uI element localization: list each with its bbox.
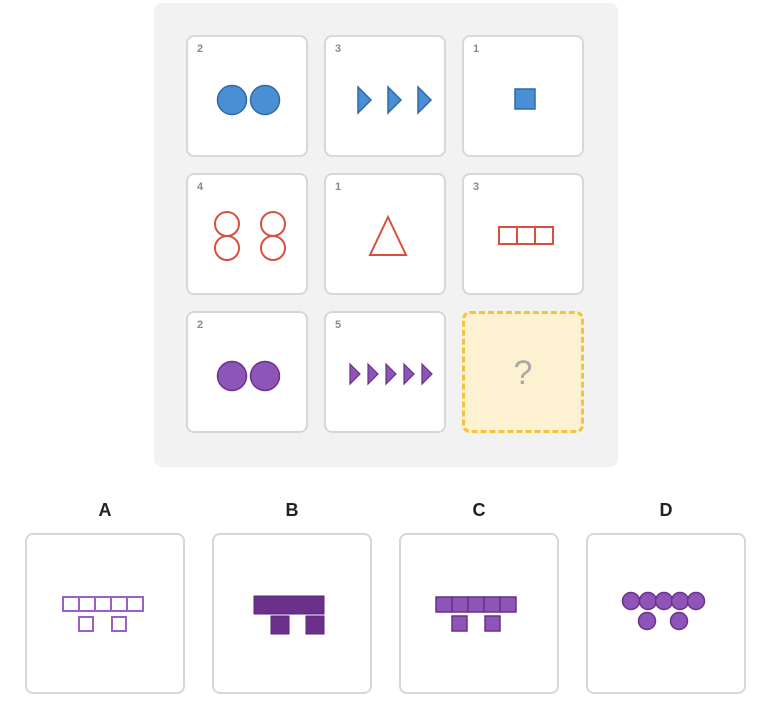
purple-outline-squares-icon [62,596,144,632]
blue-square-icon [514,88,536,110]
option-c[interactable] [399,533,559,694]
option-a[interactable] [25,533,185,694]
option-b[interactable] [212,533,372,694]
grid-cell-7: 2 [186,311,308,433]
red-circles-icon [214,211,286,261]
purple-circles-icon [216,360,281,392]
option-c-label: C [472,500,486,520]
puzzle-grid: 2 3 1 4 1 3 2 5 ? [154,3,618,467]
purple-filled-squares-icon [435,596,517,632]
purple-triangles-icon [349,362,433,386]
option-d-label: D [659,500,673,520]
grid-cell-4: 4 [186,173,308,295]
grid-cell-6: 3 [462,173,584,295]
blue-circles-icon [216,84,281,116]
grid-cell-8: 5 [324,311,446,433]
red-triangle-icon [368,214,408,256]
missing-cell: ? [462,311,584,433]
option-d[interactable] [586,533,746,694]
red-squares-icon [498,226,554,245]
purple-circles-cluster-icon [621,591,706,631]
blue-triangles-icon [357,85,433,115]
grid-cell-2: 3 [324,35,446,157]
grid-cell-3: 1 [462,35,584,157]
question-mark: ? [513,354,533,392]
option-a-label: A [98,500,112,520]
option-b-label: B [285,500,299,520]
purple-filled-blocks-icon [253,595,325,635]
grid-cell-1: 2 [186,35,308,157]
grid-cell-5: 1 [324,173,446,295]
